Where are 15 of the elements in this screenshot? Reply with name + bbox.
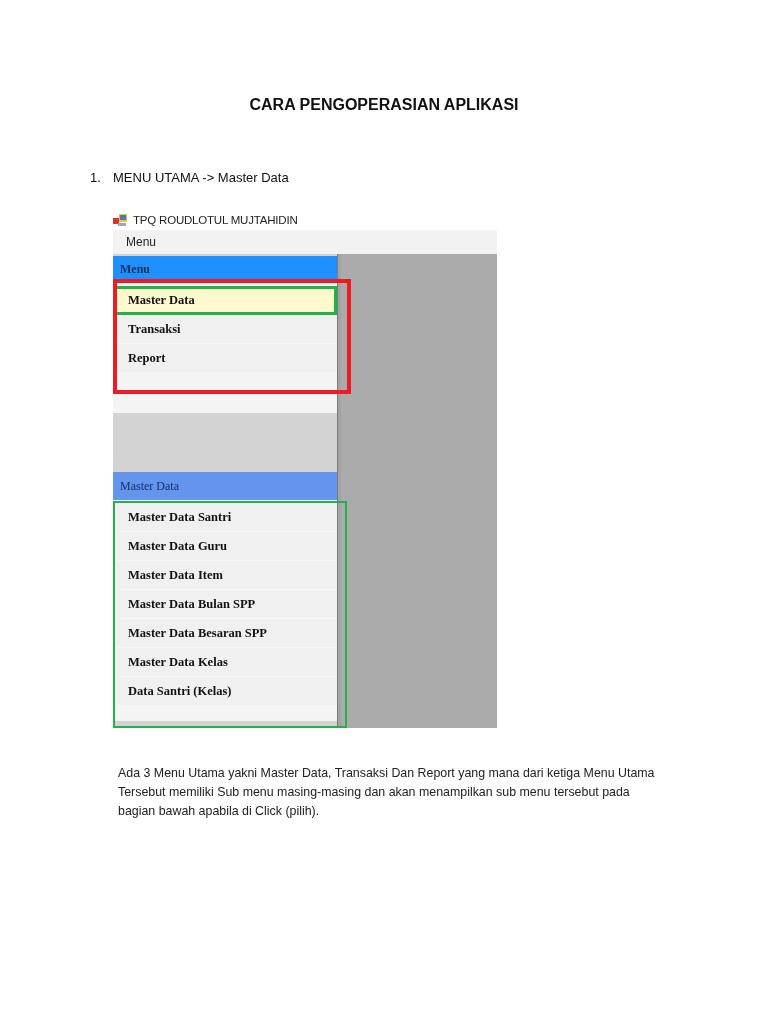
window-title: TPQ ROUDLOTUL MUJTAHIDIN <box>133 214 298 226</box>
description-paragraph: Ada 3 Menu Utama yakni Master Data, Transaksi Dan Report yang mana dari ketiga Menu Utama Tersebut memiliki Sub menu masing-masing dan akan menampilkan sub menu tersebut pada bagian bawah apabila di Click (pilih). <box>118 765 656 820</box>
sidebar-subitem[interactable]: Master Data Bulan SPP <box>113 590 337 619</box>
sidebar-subitem[interactable]: Data Santri (Kelas) <box>113 677 337 706</box>
list-number: 1. <box>90 170 102 186</box>
document-title: CARA PENGOPERASIAN APLIKASI <box>248 95 520 114</box>
step-heading: MENU UTAMA -> Master Data <box>113 170 289 186</box>
sidebar-subitem[interactable]: Master Data Kelas <box>113 648 337 677</box>
menu-bar-item[interactable]: Menu <box>113 230 170 254</box>
sidebar-subitem[interactable]: Master Data Santri <box>113 503 337 532</box>
sidebar-subitem[interactable]: Master Data Item <box>113 561 337 590</box>
sidebar-subitem[interactable]: Master Data Besaran SPP <box>113 619 337 648</box>
sidebar-subitem[interactable]: Master Data Guru <box>113 532 337 561</box>
app-icon <box>113 214 127 226</box>
panel-header: Master Data <box>113 472 337 500</box>
